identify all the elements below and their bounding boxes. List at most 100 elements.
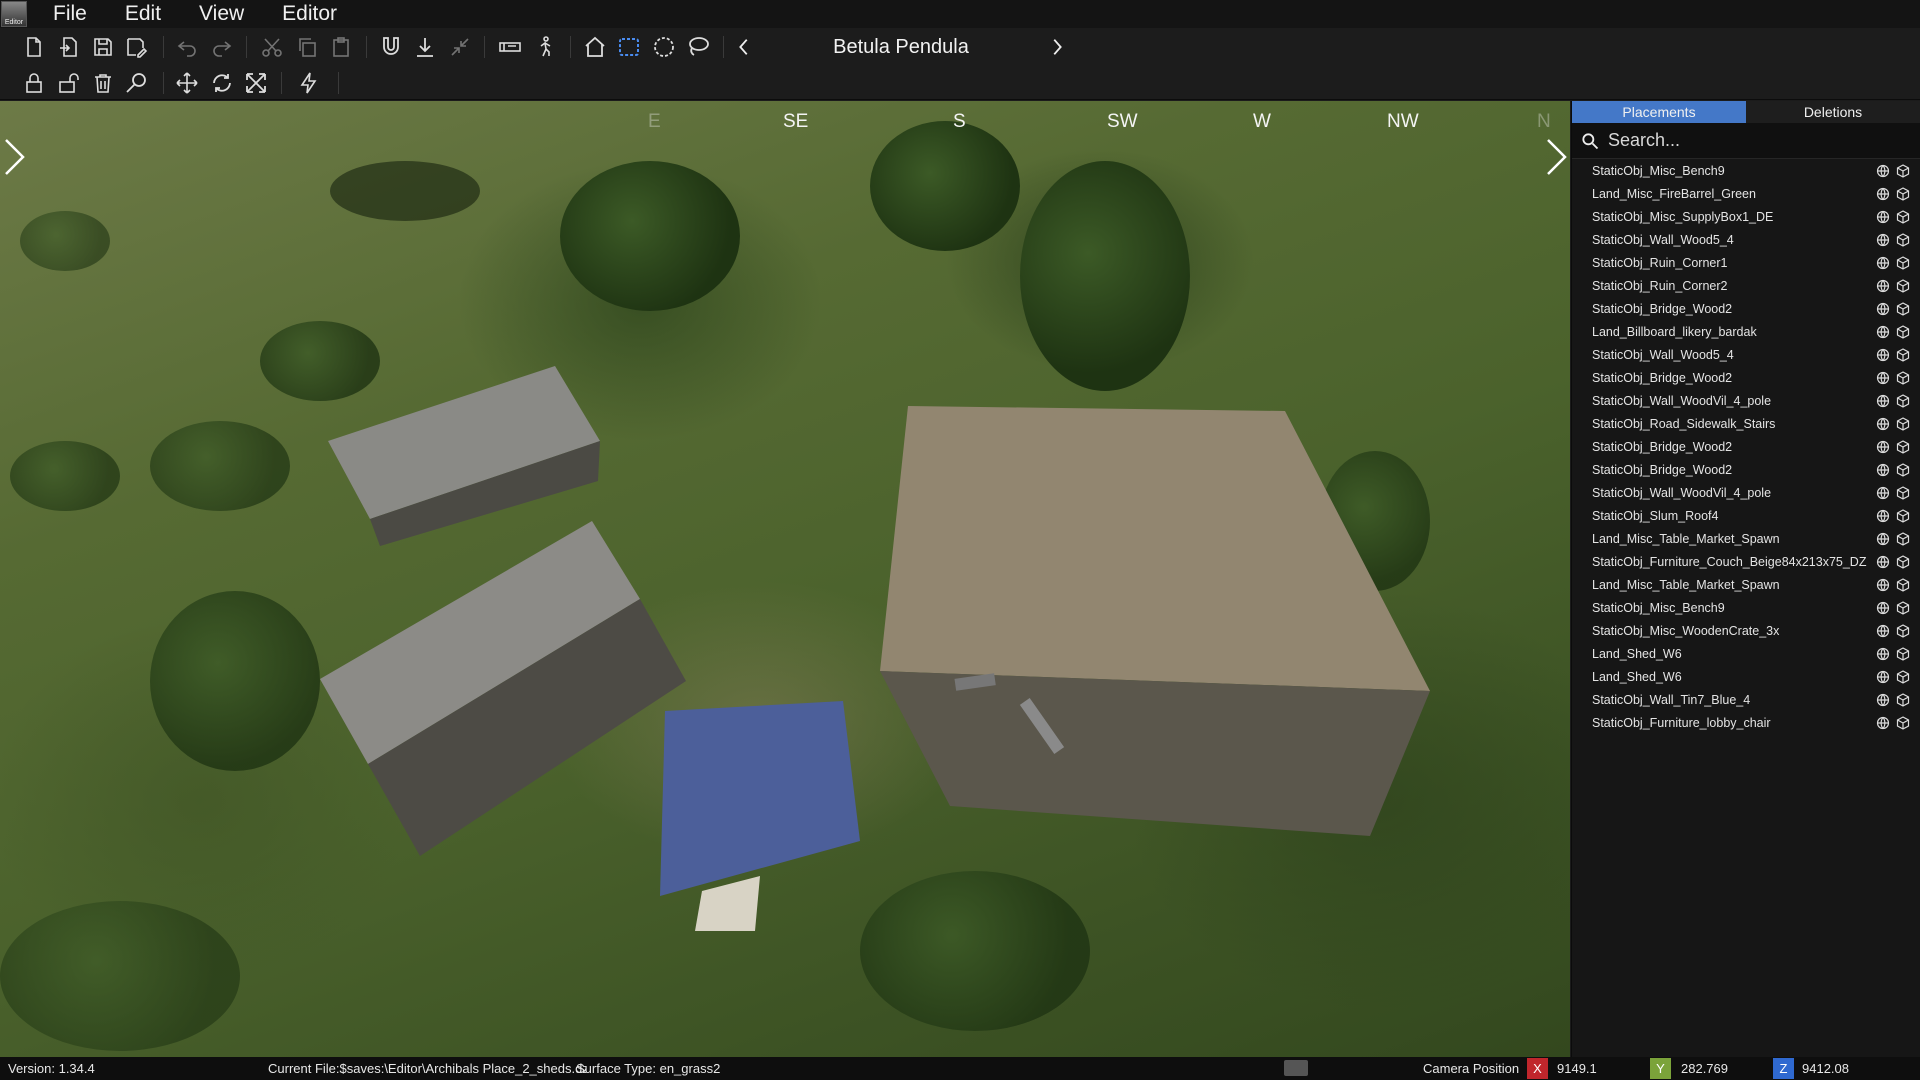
undo-icon[interactable] [174, 34, 200, 60]
3d-viewport[interactable]: E SE S SW W NW N [0, 101, 1570, 1057]
cube-icon[interactable] [1896, 440, 1910, 454]
cube-icon[interactable] [1896, 187, 1910, 201]
list-item[interactable]: Land_Misc_FireBarrel_Green [1572, 182, 1920, 205]
list-item[interactable]: StaticObj_Wall_Tin7_Blue_4 [1572, 688, 1920, 711]
globe-icon[interactable] [1876, 256, 1890, 270]
globe-icon[interactable] [1876, 164, 1890, 178]
list-item[interactable]: Land_Shed_W6 [1572, 642, 1920, 665]
lasso-select-icon[interactable] [685, 34, 711, 60]
list-item[interactable]: StaticObj_Misc_SupplyBox1_DE [1572, 205, 1920, 228]
cube-icon[interactable] [1896, 371, 1910, 385]
list-item[interactable]: StaticObj_Misc_Bench9 [1572, 159, 1920, 182]
magnet-icon[interactable] [378, 34, 404, 60]
cube-icon[interactable] [1896, 348, 1910, 362]
list-item[interactable]: StaticObj_Bridge_Wood2 [1572, 458, 1920, 481]
list-item[interactable]: StaticObj_Bridge_Wood2 [1572, 366, 1920, 389]
list-item[interactable]: Land_Misc_Table_Market_Spawn [1572, 527, 1920, 550]
list-item[interactable]: StaticObj_Wall_WoodVil_4_pole [1572, 481, 1920, 504]
save-as-icon[interactable] [123, 34, 149, 60]
lock-icon[interactable] [21, 70, 47, 96]
walk-mode-icon[interactable] [532, 34, 558, 60]
copy-icon[interactable] [294, 34, 320, 60]
cube-icon[interactable] [1896, 693, 1910, 707]
rotate-tool-icon[interactable] [209, 70, 235, 96]
globe-icon[interactable] [1876, 417, 1890, 431]
list-item[interactable]: StaticObj_Slum_Roof4 [1572, 504, 1920, 527]
globe-icon[interactable] [1876, 486, 1890, 500]
redo-icon[interactable] [209, 34, 235, 60]
list-item[interactable]: StaticObj_Misc_WoodenCrate_3x [1572, 619, 1920, 642]
lightning-icon[interactable] [296, 70, 322, 96]
next-object-icon[interactable] [1044, 34, 1070, 60]
cube-icon[interactable] [1896, 164, 1910, 178]
search-object-icon[interactable] [123, 70, 149, 96]
globe-icon[interactable] [1876, 440, 1890, 454]
cube-icon[interactable] [1896, 210, 1910, 224]
globe-icon[interactable] [1876, 325, 1890, 339]
menu-edit[interactable]: Edit [125, 2, 161, 26]
list-item[interactable]: Land_Misc_Table_Market_Spawn [1572, 573, 1920, 596]
box-select-icon[interactable] [616, 34, 642, 60]
new-file-icon[interactable] [21, 34, 47, 60]
list-item[interactable]: StaticObj_Wall_Wood5_4 [1572, 343, 1920, 366]
list-item[interactable]: StaticObj_Bridge_Wood2 [1572, 297, 1920, 320]
list-item[interactable]: StaticObj_Misc_Bench9 [1572, 596, 1920, 619]
search-input[interactable]: Search... [1572, 123, 1920, 159]
cube-icon[interactable] [1896, 325, 1910, 339]
tab-placements[interactable]: Placements [1572, 101, 1746, 123]
list-item[interactable]: Land_Billboard_likery_bardak [1572, 320, 1920, 343]
expand-left-panel-icon[interactable] [2, 137, 28, 177]
list-item[interactable]: Land_Shed_W6 [1572, 665, 1920, 688]
cube-icon[interactable] [1896, 601, 1910, 615]
globe-icon[interactable] [1876, 233, 1890, 247]
list-item[interactable]: StaticObj_Wall_WoodVil_4_pole [1572, 389, 1920, 412]
globe-icon[interactable] [1876, 279, 1890, 293]
menu-editor[interactable]: Editor [282, 2, 337, 26]
save-icon[interactable] [90, 34, 116, 60]
cube-icon[interactable] [1896, 394, 1910, 408]
cube-icon[interactable] [1896, 670, 1910, 684]
cut-icon[interactable] [259, 34, 285, 60]
cube-icon[interactable] [1896, 279, 1910, 293]
cube-icon[interactable] [1896, 486, 1910, 500]
cube-icon[interactable] [1896, 302, 1910, 316]
cube-icon[interactable] [1896, 716, 1910, 730]
tab-deletions[interactable]: Deletions [1746, 101, 1920, 123]
cube-icon[interactable] [1896, 509, 1910, 523]
cube-icon[interactable] [1896, 555, 1910, 569]
cube-icon[interactable] [1896, 532, 1910, 546]
globe-icon[interactable] [1876, 624, 1890, 638]
globe-icon[interactable] [1876, 716, 1890, 730]
globe-icon[interactable] [1876, 210, 1890, 224]
globe-icon[interactable] [1876, 555, 1890, 569]
import-file-icon[interactable] [56, 34, 82, 60]
cube-icon[interactable] [1896, 417, 1910, 431]
move-tool-icon[interactable] [174, 70, 200, 96]
camera-icon[interactable] [1284, 1060, 1308, 1076]
cube-icon[interactable] [1896, 578, 1910, 592]
unlock-icon[interactable] [56, 70, 82, 96]
collapse-icon[interactable] [447, 34, 473, 60]
list-item[interactable]: StaticObj_Bridge_Wood2 [1572, 435, 1920, 458]
expand-right-panel-icon[interactable] [1544, 137, 1570, 177]
paste-icon[interactable] [328, 34, 354, 60]
delete-icon[interactable] [90, 70, 116, 96]
scale-tool-icon[interactable] [243, 70, 269, 96]
circle-select-icon[interactable] [651, 34, 677, 60]
cube-icon[interactable] [1896, 647, 1910, 661]
list-item[interactable]: StaticObj_Wall_Wood5_4 [1572, 228, 1920, 251]
globe-icon[interactable] [1876, 670, 1890, 684]
cube-icon[interactable] [1896, 233, 1910, 247]
globe-icon[interactable] [1876, 601, 1890, 615]
home-icon[interactable] [582, 34, 608, 60]
globe-icon[interactable] [1876, 647, 1890, 661]
globe-icon[interactable] [1876, 187, 1890, 201]
cube-icon[interactable] [1896, 463, 1910, 477]
list-item[interactable]: StaticObj_Ruin_Corner1 [1572, 251, 1920, 274]
globe-icon[interactable] [1876, 509, 1890, 523]
list-item[interactable]: StaticObj_Road_Sidewalk_Stairs [1572, 412, 1920, 435]
cube-icon[interactable] [1896, 624, 1910, 638]
globe-icon[interactable] [1876, 532, 1890, 546]
list-item[interactable]: StaticObj_Furniture_Couch_Beige84x213x75… [1572, 550, 1920, 573]
globe-icon[interactable] [1876, 463, 1890, 477]
